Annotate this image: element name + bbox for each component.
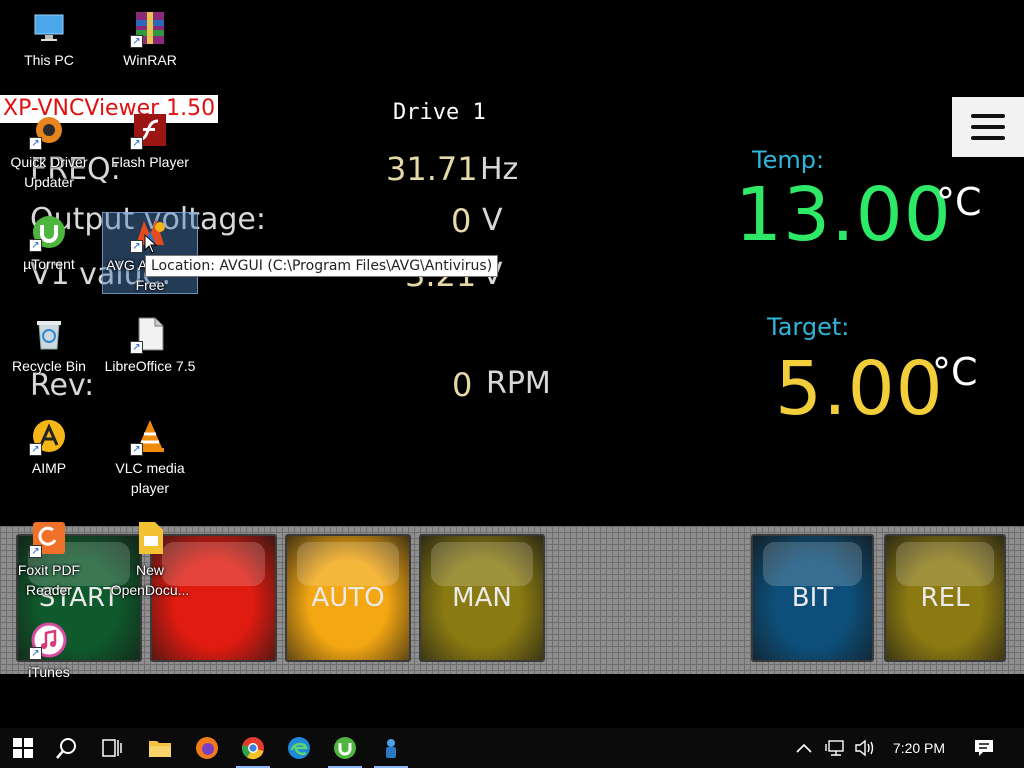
- network-icon: [825, 740, 844, 756]
- hamburger-menu-button[interactable]: [952, 97, 1024, 157]
- desktop-icon-vlc[interactable]: ↗ VLC media player: [102, 418, 198, 498]
- search-button[interactable]: [44, 728, 90, 768]
- aimp-icon: ↗: [29, 418, 67, 456]
- flash-icon: ↗: [130, 112, 168, 150]
- desktop-icon-label: Recycle Bin: [12, 358, 86, 374]
- target-label: Target:: [767, 313, 850, 341]
- vnc-viewer-taskbar-button[interactable]: [368, 728, 414, 768]
- gear-icon: ↗: [29, 112, 67, 150]
- start-menu-button[interactable]: [0, 728, 46, 768]
- desktop-icon-quick-driver-updater[interactable]: ↗ Quick Driver Updater: [1, 112, 97, 192]
- rel-button-label: REL: [920, 583, 970, 613]
- recycle-bin-icon: [31, 316, 67, 352]
- chevron-up-icon: [796, 743, 812, 753]
- rev-value: 0: [452, 366, 473, 404]
- temp-value: 13.00: [735, 172, 952, 258]
- desktop-icon-recycle-bin[interactable]: Recycle Bin: [1, 316, 97, 376]
- desktop-icon-foxit-pdf-reader[interactable]: ↗ Foxit PDF Reader: [1, 520, 97, 600]
- desktop-icon-label: This PC: [24, 52, 74, 68]
- chrome-icon: [241, 737, 264, 760]
- menu-bar-icon: [971, 125, 1005, 129]
- desktop-icon-label: LibreOffice 7.5: [104, 358, 196, 374]
- desktop-icon-label: VLC media player: [115, 460, 185, 496]
- firefox-icon: [196, 737, 218, 759]
- desktop-icon-label: iTunes: [28, 664, 70, 680]
- temp-unit: °C: [936, 180, 982, 224]
- man-button[interactable]: MAN: [419, 534, 545, 662]
- rel-button[interactable]: REL: [884, 534, 1006, 662]
- desktop-icon-label: WinRAR: [123, 52, 177, 68]
- desktop-icon-aimp[interactable]: ↗ AIMP: [1, 418, 97, 478]
- man-button-label: MAN: [452, 583, 512, 613]
- task-view-button[interactable]: [89, 728, 135, 768]
- clock[interactable]: 7:20 PM: [884, 728, 954, 768]
- auto-button-label: AUTO: [311, 583, 385, 613]
- utorrent-icon: [334, 737, 356, 759]
- foxit-icon: ↗: [29, 520, 67, 558]
- desktop-icon-label: New OpenDocu...: [110, 562, 190, 598]
- edge-icon: [288, 737, 310, 759]
- windows-start-icon: [13, 738, 33, 758]
- file-explorer-button[interactable]: [137, 728, 183, 768]
- folder-icon: [149, 741, 171, 757]
- desktop-icon-this-pc[interactable]: This PC: [1, 10, 97, 70]
- rev-unit: RPM: [486, 366, 551, 401]
- temp-label: Temp:: [752, 146, 825, 174]
- libreoffice-icon: ↗: [130, 316, 168, 354]
- target-unit: °C: [932, 350, 978, 394]
- desktop-icon-utorrent[interactable]: ↗ µTorrent: [1, 214, 97, 274]
- bit-button[interactable]: BIT: [751, 534, 874, 662]
- utorrent-taskbar-button[interactable]: [322, 728, 368, 768]
- output-voltage-value: 0: [451, 202, 472, 240]
- vlc-icon: ↗: [130, 418, 168, 456]
- mouse-cursor-icon: [144, 234, 158, 254]
- desktop-icon-winrar[interactable]: ↗ WinRAR: [102, 10, 198, 70]
- desktop-icon-label: Quick Driver Updater: [10, 154, 88, 190]
- drive-title: Drive 1: [393, 100, 486, 125]
- desktop-icon-label: Foxit PDF Reader: [17, 562, 81, 598]
- desktop-icon-itunes[interactable]: ↗ iTunes: [1, 622, 97, 682]
- desktop-icon-label: AIMP: [31, 460, 67, 476]
- bit-button-label: BIT: [791, 583, 834, 613]
- computer-icon: [31, 10, 67, 46]
- speaker-icon: [855, 739, 874, 757]
- edge-button[interactable]: [276, 728, 322, 768]
- itunes-icon: ↗: [29, 622, 67, 660]
- menu-bar-icon: [971, 114, 1005, 118]
- location-tooltip: Location: AVGUI (C:\Program Files\AVG\An…: [145, 255, 499, 277]
- auto-button[interactable]: AUTO: [285, 534, 411, 662]
- document-icon: [132, 520, 168, 556]
- chrome-button[interactable]: [230, 728, 276, 768]
- target-value: 5.00: [775, 346, 944, 432]
- freq-value: 31.71: [386, 150, 478, 188]
- task-view-icon: [102, 739, 122, 757]
- freq-unit: Hz: [480, 152, 519, 187]
- desktop-icon-new-opendocument[interactable]: New OpenDocu...: [102, 520, 198, 600]
- output-voltage-unit: V: [482, 203, 503, 238]
- menu-bar-icon: [971, 136, 1005, 140]
- show-hidden-icons-button[interactable]: [792, 728, 816, 768]
- desktop-icon-libreoffice[interactable]: ↗ LibreOffice 7.5: [102, 316, 198, 376]
- search-icon: [56, 738, 76, 759]
- notifications-button[interactable]: [966, 728, 1002, 768]
- vnc-viewer-icon: [386, 739, 396, 758]
- utorrent-icon: ↗: [29, 214, 67, 252]
- desktop-icon-flash-player[interactable]: ↗ Flash Player: [102, 112, 198, 172]
- firefox-button[interactable]: [184, 728, 230, 768]
- notification-center-icon: [975, 740, 993, 756]
- volume-button[interactable]: [852, 728, 878, 768]
- desktop-icon-label: µTorrent: [23, 256, 75, 272]
- desktop-icon-label: Flash Player: [111, 154, 189, 170]
- winrar-icon: ↗: [130, 10, 168, 48]
- network-button[interactable]: [822, 728, 848, 768]
